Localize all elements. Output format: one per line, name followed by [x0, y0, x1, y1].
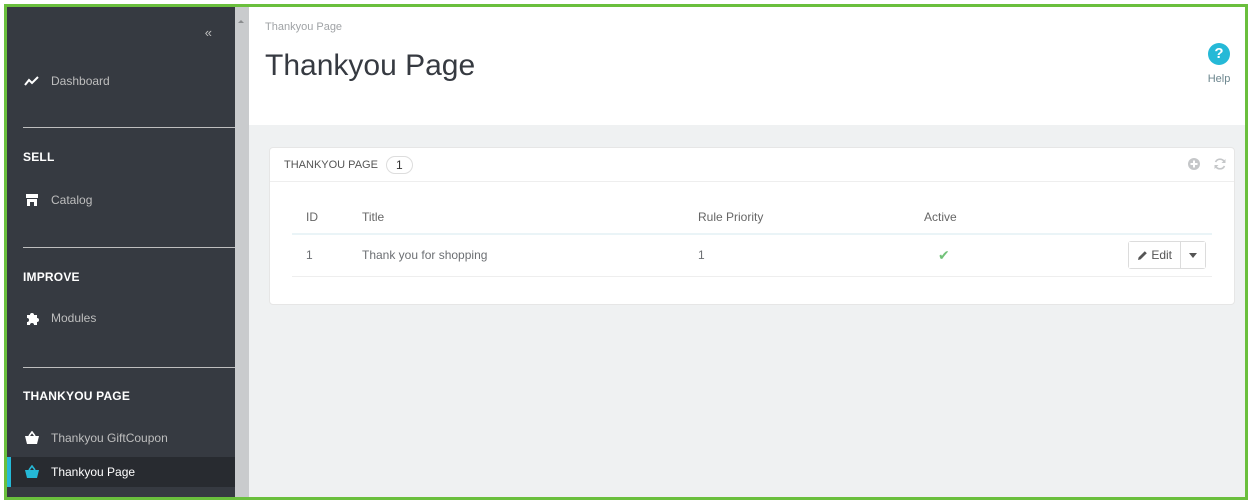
- row-actions-dropdown[interactable]: [1180, 242, 1205, 269]
- table-row[interactable]: 1 Thank you for shopping 1 ✔ Edit: [292, 234, 1212, 277]
- section-title-sell: SELL: [23, 150, 55, 164]
- help-icon: ?: [1208, 43, 1230, 65]
- thankyou-page-panel: THANKYOU PAGE 1 ID Title Rule Priority A…: [269, 147, 1235, 305]
- refresh-icon[interactable]: [1212, 156, 1228, 172]
- puzzle-icon: [23, 311, 41, 325]
- cell-rule-priority: 1: [698, 234, 924, 277]
- cell-title: Thank you for shopping: [362, 234, 698, 277]
- help-button[interactable]: ? Help: [1201, 43, 1237, 85]
- sidebar-item-thankyou-page[interactable]: Thankyou Page: [7, 457, 235, 487]
- thankyou-table: ID Title Rule Priority Active 1 Thank yo…: [292, 200, 1212, 277]
- divider: [23, 127, 235, 128]
- cell-actions: Edit: [1118, 234, 1212, 277]
- sidebar: « Dashboard SELL Catalog IMPROVE Modules…: [7, 7, 235, 497]
- pencil-icon: [1138, 250, 1148, 260]
- add-new-icon[interactable]: [1186, 156, 1202, 172]
- count-badge: 1: [385, 155, 413, 174]
- breadcrumb[interactable]: Thankyou Page: [265, 21, 342, 33]
- edit-label: Edit: [1151, 248, 1172, 263]
- store-icon: [23, 193, 41, 207]
- column-header-rule-priority[interactable]: Rule Priority: [698, 200, 924, 235]
- basket-icon: [23, 465, 41, 479]
- sidebar-item-label: Catalog: [51, 193, 93, 207]
- sidebar-item-label: Thankyou GiftCoupon: [51, 431, 168, 445]
- panel-tools: [1186, 156, 1228, 172]
- column-header-id[interactable]: ID: [292, 200, 362, 235]
- panel-title: THANKYOU PAGE: [284, 158, 378, 171]
- row-actions: Edit: [1128, 241, 1206, 270]
- cell-id: 1: [292, 234, 362, 277]
- sidebar-item-catalog[interactable]: Catalog: [7, 185, 235, 215]
- column-header-title[interactable]: Title: [362, 200, 698, 235]
- help-label: Help: [1207, 73, 1231, 85]
- divider: [23, 367, 235, 368]
- section-title-improve: IMPROVE: [23, 270, 80, 284]
- panel-header: THANKYOU PAGE 1: [270, 148, 1234, 182]
- caret-down-icon: [1189, 252, 1197, 258]
- basket-icon: [23, 431, 41, 445]
- edit-button[interactable]: Edit: [1129, 242, 1180, 269]
- column-header-actions: [1118, 200, 1212, 235]
- column-header-active[interactable]: Active: [924, 200, 1118, 235]
- collapse-sidebar-button[interactable]: «: [205, 25, 212, 40]
- page-title: Thankyou Page: [265, 49, 476, 82]
- sidebar-item-label: Thankyou Page: [51, 465, 136, 479]
- section-title-thankyou-page: THANKYOU PAGE: [23, 389, 131, 403]
- app-frame: « Dashboard SELL Catalog IMPROVE Modules…: [4, 4, 1248, 500]
- check-icon[interactable]: ✔: [924, 247, 950, 264]
- sidebar-item-label: Dashboard: [51, 74, 110, 88]
- sidebar-item-thankyou-giftcoupon[interactable]: Thankyou GiftCoupon: [7, 423, 235, 453]
- sidebar-scrollbar[interactable]: [235, 7, 249, 497]
- cell-active: ✔: [924, 234, 1118, 277]
- divider: [23, 247, 235, 248]
- trending-up-icon: [23, 74, 41, 88]
- sidebar-item-dashboard[interactable]: Dashboard: [7, 66, 235, 96]
- sidebar-item-modules[interactable]: Modules: [7, 303, 235, 333]
- sidebar-item-label: Modules: [51, 311, 97, 325]
- table-header-row: ID Title Rule Priority Active: [292, 200, 1212, 235]
- page-header: Thankyou Page Thankyou Page ? Help: [249, 7, 1245, 125]
